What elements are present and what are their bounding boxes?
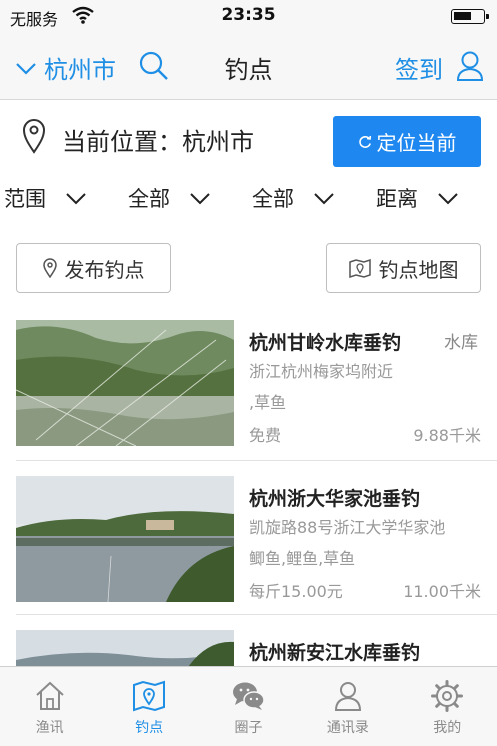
map-pin-icon (133, 680, 166, 712)
spot-fish: ,草鱼 (249, 393, 287, 412)
tab-label: 通讯录 (326, 720, 369, 736)
chat-icon (233, 682, 266, 710)
spot-name: 杭州浙大华家池垂钓 (249, 488, 421, 510)
filter-distance[interactable]: 距离 (376, 182, 458, 214)
list-item[interactable]: 杭州新安江水库垂钓 (0, 628, 497, 666)
spot-name: 杭州新安江水库垂钓 (249, 642, 421, 664)
spot-photo (16, 320, 234, 446)
spot-map-label: 钓点地图 (378, 257, 459, 282)
chevron-down-icon (66, 193, 86, 205)
refresh-icon (358, 135, 371, 148)
spot-distance: 11.00千米 (403, 582, 481, 601)
tab-spots[interactable]: 钓点 (99, 667, 198, 746)
spot-price: 免费 (249, 426, 282, 445)
home-icon (36, 681, 64, 710)
map-icon (348, 258, 371, 278)
tab-label: 钓点 (135, 720, 164, 736)
filter-range[interactable]: 范围 (4, 182, 86, 214)
checkin-button[interactable]: 签到 (395, 50, 443, 85)
spot-type-tag: 水库 (444, 333, 478, 353)
clock: 23:35 (221, 5, 276, 25)
location-pin-icon (22, 119, 46, 154)
tab-label: 我的 (433, 720, 462, 736)
navigation-bar: 杭州市 钓点 签到 (0, 32, 497, 100)
list-item[interactable]: 杭州甘岭水库垂钓 水库 浙江杭州梅家坞附近 ,草鱼 免费 9.88千米 (0, 318, 497, 468)
location-pin-icon (42, 258, 57, 278)
spot-photo (16, 630, 234, 666)
user-icon[interactable] (456, 50, 484, 82)
list-item[interactable]: 杭州浙大华家池垂钓 凯旋路88号浙江大学华家池 鲫鱼,鲤鱼,草鱼 每斤15.00… (0, 474, 497, 624)
spot-map-button[interactable]: 钓点地图 (326, 243, 481, 293)
city-label: 杭州市 (44, 56, 116, 84)
publish-spot-label: 发布钓点 (64, 257, 145, 282)
location-row: 当前位置：杭州市 定位当前 (0, 100, 497, 176)
filter-label: 范围 (4, 187, 46, 211)
tab-news[interactable]: 渔讯 (0, 667, 99, 746)
search-icon[interactable] (138, 50, 170, 82)
publish-spot-button[interactable]: 发布钓点 (16, 243, 171, 293)
current-location-label: 当前位置：杭州市 (62, 128, 254, 156)
divider (16, 460, 497, 461)
tab-contacts[interactable]: 通讯录 (298, 667, 397, 746)
battery-icon (451, 9, 489, 24)
locate-current-label: 定位当前 (376, 131, 457, 155)
spot-address: 凯旋路88号浙江大学华家池 (249, 518, 446, 537)
spot-address: 浙江杭州梅家坞附近 (249, 362, 394, 381)
spot-name: 杭州甘岭水库垂钓 (249, 332, 402, 354)
chevron-down-icon (314, 193, 334, 205)
chevron-down-icon (16, 62, 36, 75)
tab-me[interactable]: 我的 (398, 667, 497, 746)
spot-fish: 鲫鱼,鲤鱼,草鱼 (249, 549, 356, 568)
filter-bar: 范围 全部 全部 距离 (0, 176, 497, 220)
status-bar: 无服务 23:35 (0, 0, 497, 32)
spot-price: 每斤15.00元 (249, 582, 343, 601)
gear-icon (431, 680, 464, 712)
city-selector[interactable]: 杭州市 (14, 50, 116, 85)
page-title: 钓点 (224, 56, 273, 84)
tab-bar: 渔讯 钓点 圈子 通讯录 我的 (0, 666, 497, 746)
tab-label: 渔讯 (35, 720, 64, 736)
tab-circle[interactable]: 圈子 (199, 667, 298, 746)
contacts-icon (334, 682, 361, 711)
locate-current-button[interactable]: 定位当前 (333, 116, 481, 167)
filter-type[interactable]: 全部 (128, 182, 210, 214)
filter-label: 距离 (376, 187, 418, 211)
chevron-down-icon (438, 193, 458, 205)
tab-label: 圈子 (234, 720, 263, 736)
divider (16, 614, 497, 615)
filter-fee[interactable]: 全部 (252, 182, 334, 214)
chevron-down-icon (190, 193, 210, 205)
filter-label: 全部 (252, 187, 294, 211)
filter-label: 全部 (128, 187, 170, 211)
spot-distance: 9.88千米 (413, 426, 481, 445)
spot-photo (16, 476, 234, 602)
